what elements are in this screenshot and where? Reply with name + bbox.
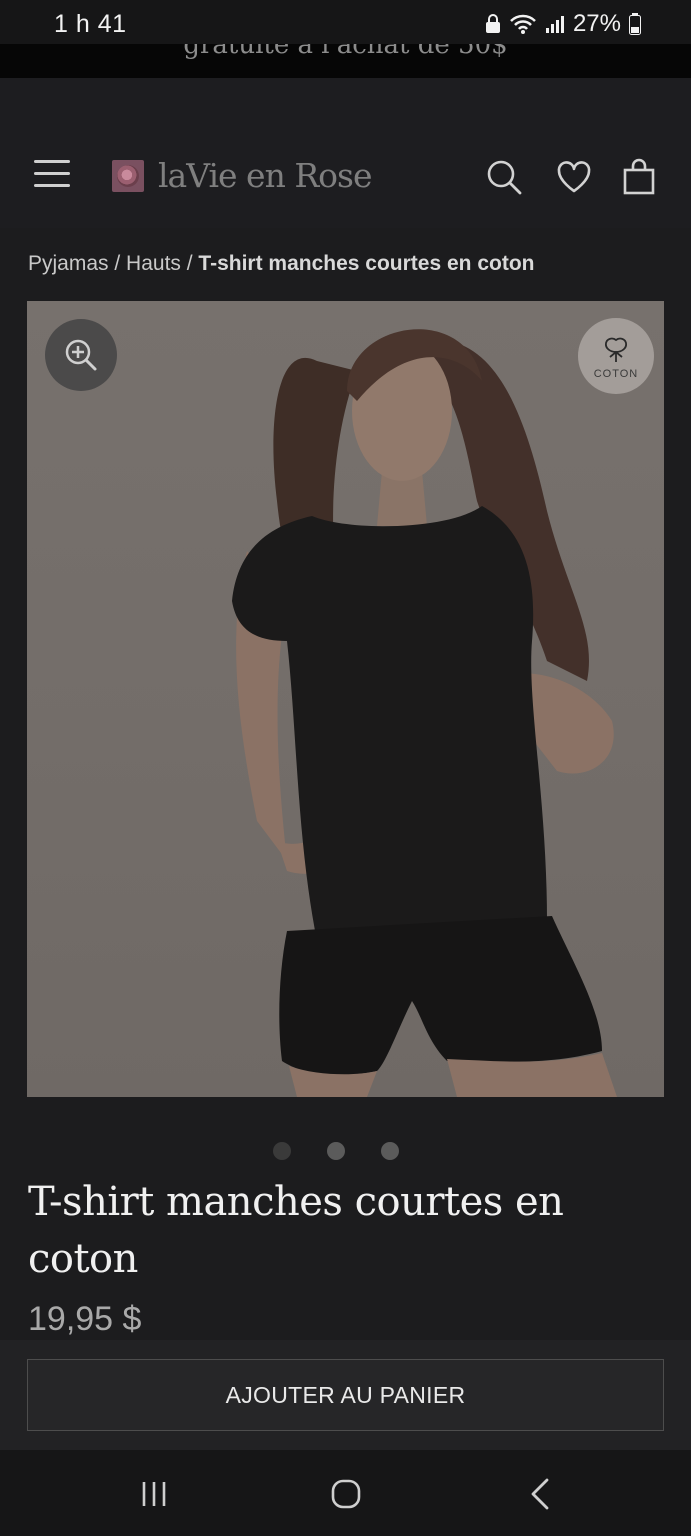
cart-button[interactable] — [622, 158, 660, 196]
signal-icon — [545, 16, 564, 33]
back-icon — [531, 1478, 549, 1510]
back-button[interactable] — [520, 1474, 560, 1514]
carousel-dot-3[interactable] — [381, 1142, 399, 1160]
system-nav-bar — [0, 1450, 691, 1536]
recents-icon — [142, 1482, 166, 1506]
coton-label: COTON — [593, 368, 639, 380]
promo-bar[interactable]: gratuite à l'achat de 50$ — [0, 44, 691, 78]
search-icon — [487, 160, 522, 195]
search-button[interactable] — [485, 158, 523, 196]
breadcrumb-separator: / — [108, 252, 127, 275]
add-to-cart-panel: AJOUTER AU PANIER — [0, 1340, 691, 1450]
breadcrumb-item-pyjamas[interactable]: Pyjamas — [28, 252, 109, 275]
wifi-icon — [510, 14, 536, 34]
shopping-bag-icon — [623, 158, 655, 195]
logo-text: laVie en Rose — [158, 156, 373, 195]
breadcrumb-current: T-shirt manches courtes en coton — [198, 252, 535, 275]
battery-percent: 27% — [572, 10, 621, 37]
zoom-in-icon — [65, 339, 97, 371]
carousel-dot-1[interactable] — [273, 1142, 291, 1160]
promo-text: gratuite à l'achat de 50$ — [183, 44, 508, 60]
add-to-cart-button[interactable]: AJOUTER AU PANIER — [27, 1359, 664, 1431]
site-header: laVie en Rose — [0, 78, 691, 228]
status-bar: 1 h 41 27% — [0, 0, 691, 44]
wishlist-button[interactable] — [555, 158, 593, 196]
status-time: 1 h 41 — [54, 10, 127, 38]
status-icons: 27% — [485, 10, 641, 38]
breadcrumb: Pyjamas / Hauts / T-shirt manches courte… — [28, 252, 535, 276]
logo[interactable]: laVie en Rose — [112, 156, 373, 195]
breadcrumb-item-hauts[interactable]: Hauts — [126, 252, 181, 275]
product-title: T-shirt manches courtes en coton — [28, 1179, 564, 1282]
product-image[interactable]: COTON — [27, 301, 664, 1097]
coton-badge: COTON — [578, 318, 654, 394]
carousel-dot-2[interactable] — [327, 1142, 345, 1160]
zoom-button[interactable] — [45, 319, 117, 391]
home-icon — [331, 1479, 361, 1509]
product-price: 19,95 $ — [28, 1300, 142, 1338]
home-button[interactable] — [326, 1474, 366, 1514]
rose-logo-icon — [112, 159, 144, 192]
cotton-flower-icon — [604, 337, 628, 362]
breadcrumb-separator: / — [180, 252, 199, 275]
product-photo — [232, 329, 617, 1097]
heart-icon — [557, 161, 591, 193]
menu-button[interactable] — [34, 160, 72, 190]
battery-icon — [629, 13, 641, 35]
lock-icon — [485, 14, 500, 33]
carousel-dots — [273, 1142, 399, 1160]
recents-button[interactable] — [134, 1474, 174, 1514]
menu-icon — [34, 160, 70, 163]
